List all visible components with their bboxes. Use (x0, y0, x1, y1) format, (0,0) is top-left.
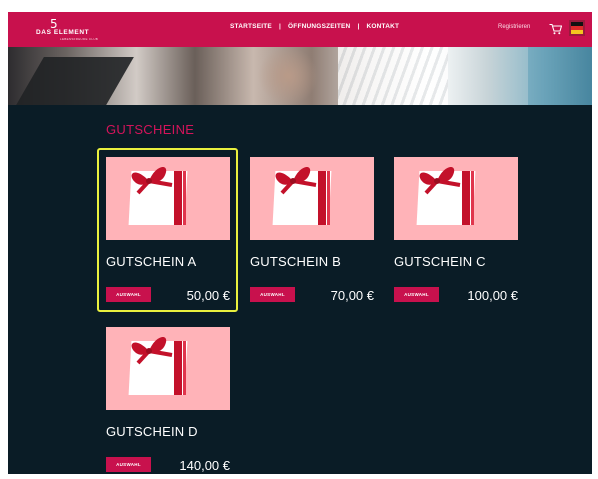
select-button[interactable]: AUSWAHL (106, 457, 151, 472)
bow-icon (275, 166, 317, 195)
german-flag-icon[interactable] (569, 20, 585, 36)
nav-separator: | (278, 23, 282, 30)
gift-card-image[interactable] (250, 157, 374, 240)
nav-separator: | (357, 23, 360, 30)
nav-link-startseite[interactable]: STARTSEITE (230, 23, 272, 30)
select-button[interactable]: AUSWAHL (394, 287, 439, 302)
logo-brand-text: DAS ELEMENT (36, 29, 90, 36)
register-link[interactable]: Registrieren (498, 24, 530, 30)
gift-card-image[interactable] (106, 327, 230, 410)
main-navigation: STARTSEITE | ÖFFNUNGSZEITEN | KONTAKT (230, 23, 399, 30)
nav-link-oeffnungszeiten[interactable]: ÖFFNUNGSZEITEN (288, 23, 350, 30)
site-logo[interactable]: 5 DAS ELEMENT LEBENSFREUDE CLUB (36, 18, 116, 42)
product-price: 100,00 € (467, 288, 518, 303)
bow-icon (131, 166, 173, 195)
product-price: 140,00 € (179, 458, 230, 473)
page-title: GUTSCHEINE (106, 122, 195, 137)
page-frame: 5 DAS ELEMENT LEBENSFREUDE CLUB STARTSEI… (8, 12, 592, 474)
nav-link-kontakt[interactable]: KONTAKT (366, 23, 399, 30)
gift-card-image[interactable] (106, 157, 230, 240)
hero-banner (8, 47, 592, 105)
product-name: GUTSCHEIN C (394, 254, 486, 269)
product-price: 70,00 € (330, 288, 374, 303)
gift-card-image[interactable] (394, 157, 518, 240)
top-navigation-bar: 5 DAS ELEMENT LEBENSFREUDE CLUB STARTSEI… (8, 12, 592, 47)
select-button[interactable]: AUSWAHL (250, 287, 295, 302)
bow-icon (419, 166, 461, 195)
logo-subtitle: LEBENSFREUDE CLUB (60, 37, 99, 41)
product-name: GUTSCHEIN D (106, 424, 198, 439)
cart-icon[interactable] (549, 23, 562, 35)
bow-icon (131, 336, 173, 365)
product-name: GUTSCHEIN A (106, 254, 197, 269)
product-price: 50,00 € (186, 288, 230, 303)
product-name: GUTSCHEIN B (250, 254, 342, 269)
select-button[interactable]: AUSWAHL (106, 287, 151, 302)
